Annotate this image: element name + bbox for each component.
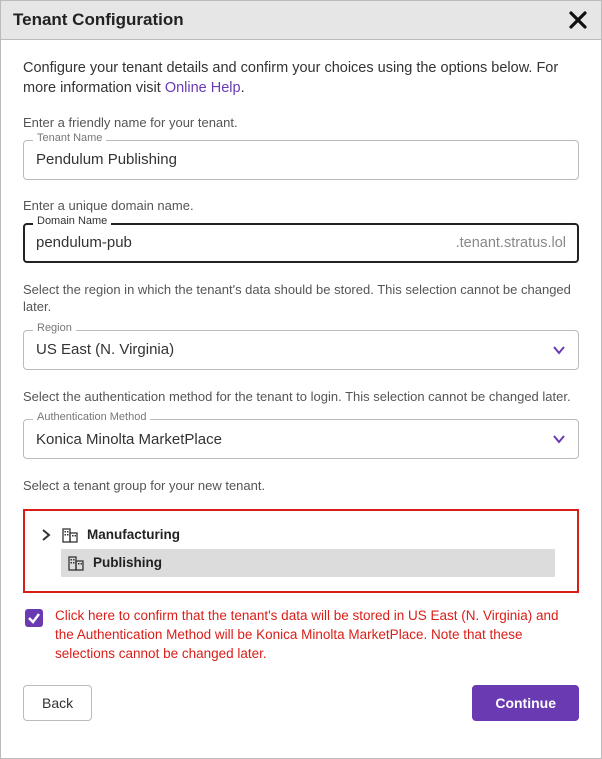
building-icon — [61, 526, 79, 544]
tree-item-label: Publishing — [93, 555, 162, 570]
confirm-text: Click here to confirm that the tenant's … — [55, 607, 577, 664]
auth-label: Authentication Method — [33, 411, 150, 423]
tenant-name-help: Enter a friendly name for your tenant. — [23, 115, 579, 130]
domain-help: Enter a unique domain name. — [23, 198, 579, 213]
domain-label: Domain Name — [33, 215, 111, 227]
tenant-name-label: Tenant Name — [33, 132, 106, 144]
dialog-title: Tenant Configuration — [13, 10, 184, 30]
region-value: US East (N. Virginia) — [36, 341, 174, 358]
continue-button[interactable]: Continue — [472, 685, 579, 721]
intro-text: Configure your tenant details and confir… — [23, 58, 579, 99]
domain-field[interactable]: Domain Name pendulum-pub .tenant.stratus… — [23, 223, 579, 263]
dialog-body: Configure your tenant details and confir… — [1, 40, 601, 758]
confirm-checkbox[interactable] — [25, 609, 43, 627]
tree-item-label: Manufacturing — [87, 527, 180, 542]
region-label: Region — [33, 322, 76, 334]
building-icon — [67, 554, 85, 572]
tenant-group-tree: Manufacturing Publishing — [23, 509, 579, 593]
confirm-row: Click here to confirm that the tenant's … — [23, 607, 579, 664]
region-help: Select the region in which the tenant's … — [23, 281, 579, 316]
tenant-config-dialog: Tenant Configuration Configure your tena… — [0, 0, 602, 759]
back-button[interactable]: Back — [23, 685, 92, 721]
auth-value: Konica Minolta MarketPlace — [36, 431, 222, 448]
auth-field[interactable]: Authentication Method Konica Minolta Mar… — [23, 419, 579, 459]
group-help: Select a tenant group for your new tenan… — [23, 477, 579, 495]
close-icon[interactable] — [567, 9, 589, 31]
tenant-name-field[interactable]: Tenant Name Pendulum Publishing — [23, 140, 579, 180]
tree-item-manufacturing[interactable]: Manufacturing — [33, 521, 569, 549]
auth-help: Select the authentication method for the… — [23, 388, 579, 406]
online-help-link[interactable]: Online Help — [165, 80, 241, 96]
region-field[interactable]: Region US East (N. Virginia) — [23, 330, 579, 370]
chevron-down-icon — [552, 343, 566, 357]
domain-value: pendulum-pub — [36, 234, 132, 251]
intro-suffix: . — [241, 80, 245, 96]
dialog-footer: Back Continue — [23, 685, 579, 721]
domain-suffix: .tenant.stratus.lol — [456, 235, 566, 251]
chevron-right-icon[interactable] — [39, 529, 53, 541]
intro-prefix: Configure your tenant details and confir… — [23, 60, 558, 96]
tenant-name-value: Pendulum Publishing — [36, 151, 177, 168]
chevron-down-icon — [552, 432, 566, 446]
tree-item-publishing[interactable]: Publishing — [61, 549, 555, 577]
dialog-titlebar: Tenant Configuration — [1, 1, 601, 40]
